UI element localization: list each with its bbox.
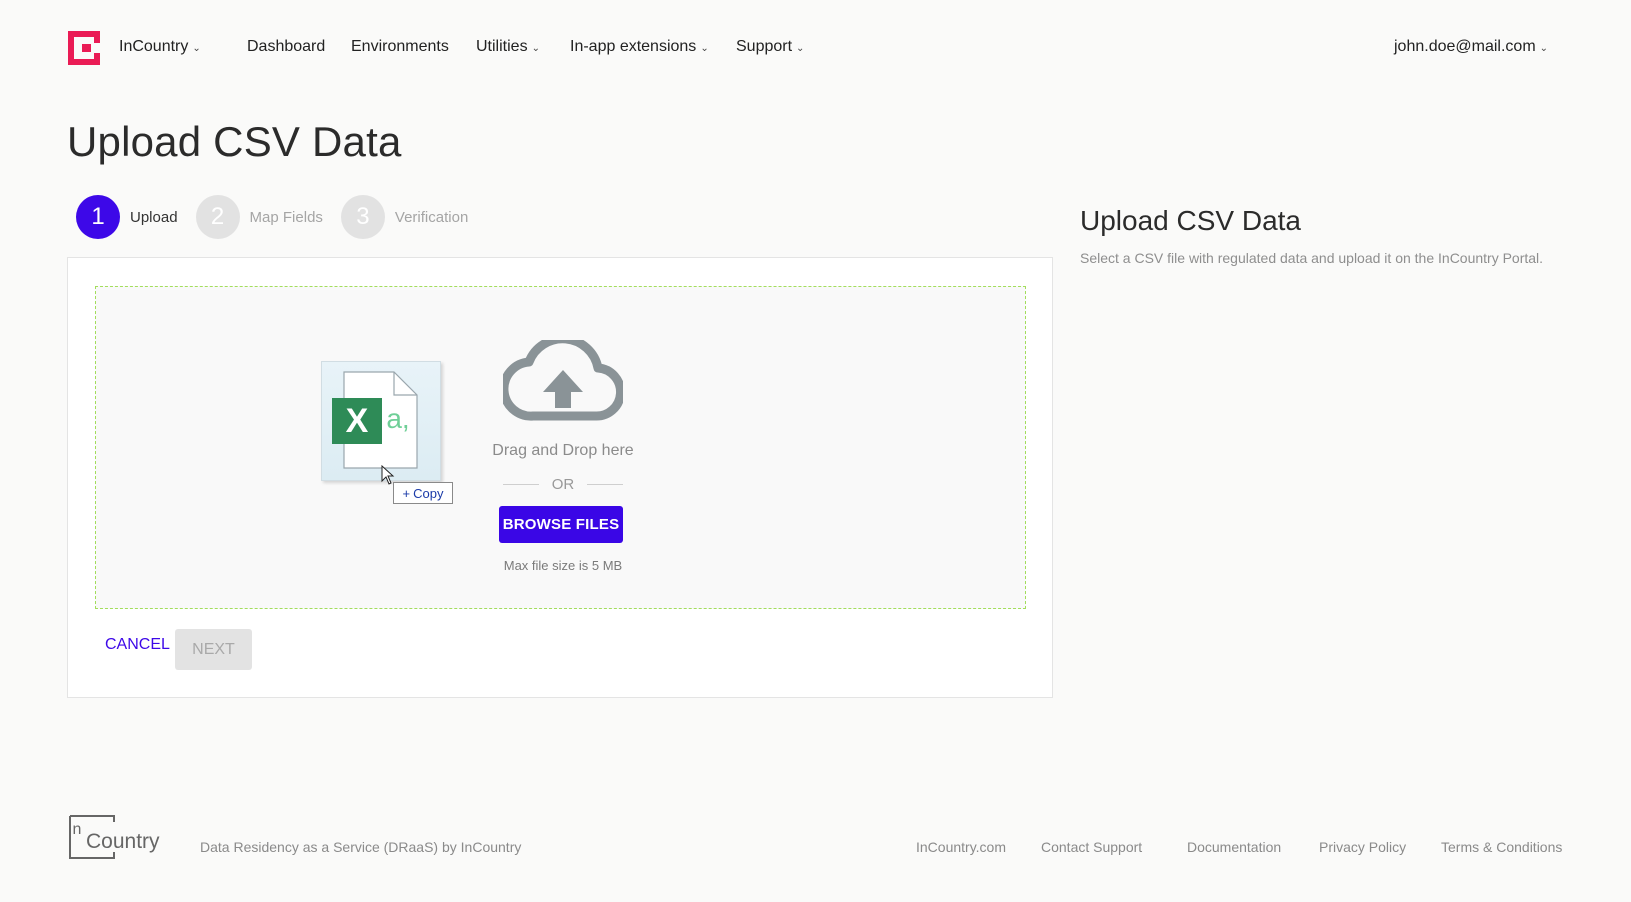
- user-menu[interactable]: john.doe@mail.com ⌄: [1394, 38, 1548, 56]
- excel-glyph: X: [346, 402, 369, 440]
- drag-drop-text: Drag and Drop here: [492, 442, 634, 459]
- stepper: 1 Upload 2 Map Fields 3 Verification: [76, 195, 486, 239]
- step-number: 3: [340, 195, 385, 239]
- side-panel-description: Select a CSV file with regulated data an…: [1080, 250, 1544, 266]
- step-label: Verification: [394, 208, 469, 226]
- footer-link-incountry[interactable]: InCountry.com: [916, 839, 1006, 855]
- incountry-logo-icon[interactable]: [68, 31, 100, 65]
- chevron-down-icon: ⌄: [1539, 42, 1549, 54]
- copy-label: Copy: [413, 485, 444, 501]
- step-number: 1: [76, 195, 120, 239]
- step-label: Map Fields: [249, 208, 323, 226]
- incountry-footer-logo[interactable]: In Country: [66, 812, 162, 862]
- step-verification[interactable]: 3 Verification: [340, 195, 469, 239]
- cloud-upload-icon: [503, 340, 623, 421]
- csv-glyph: a,: [386, 403, 409, 434]
- upload-card: X a, + Copy Drag and Drop here OR BROWSE…: [67, 257, 1053, 698]
- chevron-down-icon: ⌄: [700, 42, 709, 54]
- footer-link-contact-support[interactable]: Contact Support: [1041, 839, 1142, 855]
- step-number: 2: [195, 195, 240, 239]
- file-dropzone[interactable]: X a, + Copy Drag and Drop here OR BROWSE…: [95, 286, 1026, 609]
- next-button[interactable]: NEXT: [175, 629, 252, 670]
- dragged-file-preview: X a,: [321, 361, 441, 481]
- nav-in-app-extensions[interactable]: In-app extensions ⌄: [570, 38, 709, 56]
- nav-environments[interactable]: Environments: [351, 38, 449, 56]
- chevron-down-icon: ⌄: [192, 42, 201, 54]
- footer-tagline: Data Residency as a Service (DRaaS) by I…: [200, 839, 522, 855]
- footer-link-documentation[interactable]: Documentation: [1187, 839, 1281, 855]
- plus-icon: +: [402, 485, 411, 501]
- top-navigation: InCountry ⌄ Dashboard Environments Utili…: [0, 0, 1631, 98]
- step-map-fields[interactable]: 2 Map Fields: [195, 195, 323, 239]
- chevron-down-icon: ⌄: [796, 42, 805, 54]
- org-name: InCountry: [119, 38, 189, 55]
- browse-files-button[interactable]: BROWSE FILES: [499, 506, 623, 543]
- divider-line: [503, 483, 539, 485]
- step-upload[interactable]: 1 Upload: [76, 195, 178, 239]
- nav-dashboard-label: Dashboard: [247, 38, 326, 55]
- user-email: john.doe@mail.com: [1394, 38, 1536, 55]
- nav-dashboard[interactable]: Dashboard: [247, 38, 325, 56]
- nav-utilities[interactable]: Utilities ⌄: [476, 38, 540, 56]
- cancel-button[interactable]: CANCEL: [105, 632, 170, 658]
- footer-link-terms[interactable]: Terms & Conditions: [1441, 839, 1562, 855]
- footer-logo-in: In: [68, 821, 81, 838]
- nav-environments-label: Environments: [351, 38, 449, 55]
- nav-utilities-label: Utilities: [476, 38, 528, 55]
- nav-extensions-label: In-app extensions: [570, 38, 697, 55]
- chevron-down-icon: ⌄: [531, 42, 540, 54]
- footer-logo-country: Country: [86, 830, 160, 853]
- divider-line: [587, 483, 623, 485]
- max-file-size-hint: Max file size is 5 MB: [503, 558, 623, 573]
- nav-support[interactable]: Support ⌄: [736, 38, 804, 56]
- org-switcher[interactable]: InCountry ⌄: [119, 38, 201, 56]
- page-title: Upload CSV Data: [67, 118, 402, 165]
- csv-file-icon: X a,: [332, 371, 418, 469]
- nav-support-label: Support: [736, 38, 793, 55]
- copy-drag-badge: + Copy: [393, 482, 453, 504]
- side-panel-title: Upload CSV Data: [1080, 205, 1302, 236]
- footer-link-privacy-policy[interactable]: Privacy Policy: [1319, 839, 1406, 855]
- or-text: OR: [551, 475, 575, 493]
- or-divider: OR: [503, 475, 623, 493]
- step-label: Upload: [130, 208, 178, 226]
